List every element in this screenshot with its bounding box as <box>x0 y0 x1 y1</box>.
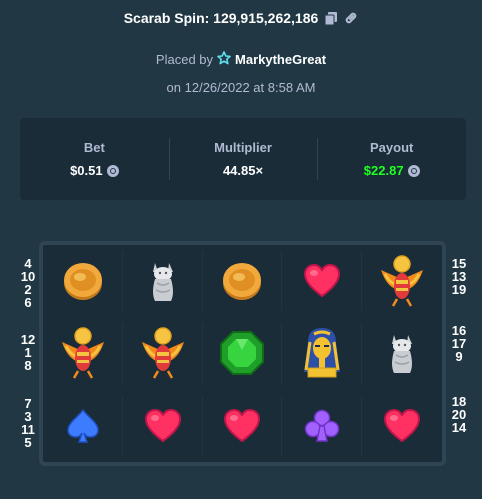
coin-icon <box>61 259 105 303</box>
paylines-right-row-2: 16 17 9 <box>448 324 470 363</box>
heart-icon <box>223 408 261 444</box>
spade-icon <box>65 408 101 444</box>
reel-cell <box>43 245 123 317</box>
gem-icon <box>219 330 265 376</box>
bet-value-row: $0.51 <box>70 163 119 178</box>
payline-number: 19 <box>451 282 467 297</box>
reel-cell <box>203 245 283 317</box>
reel-cell <box>203 317 283 389</box>
bet-stat: Bet $0.51 <box>20 118 169 200</box>
coin-icon <box>220 259 264 303</box>
heart-icon <box>383 408 421 444</box>
payout-label: Payout <box>370 140 414 155</box>
page-title: Scarab Spin: 129,915,262,186 <box>123 10 319 26</box>
placed-by-label: Placed by <box>155 52 214 67</box>
payout-value-row: $22.87 <box>364 163 420 178</box>
bet-stats-panel: Bet $0.51 Multiplier 44.85× Payout $22.8… <box>20 118 466 200</box>
vip-star-icon <box>217 51 231 68</box>
bet-date: on 12/26/2022 at 8:58 AM <box>166 80 316 95</box>
litecoin-icon <box>106 164 119 177</box>
paylines-right-row-1: 15 13 19 <box>448 257 470 296</box>
club-icon <box>304 408 340 444</box>
bet-value: $0.51 <box>70 163 103 178</box>
payout-stat: Payout $22.87 <box>317 118 466 200</box>
payline-number: 14 <box>451 420 467 435</box>
scarab-icon <box>377 254 427 308</box>
litecoin-icon <box>407 164 420 177</box>
payline-number: 8 <box>24 358 32 373</box>
cat-icon <box>143 259 183 303</box>
reel-cell <box>43 390 123 462</box>
bet-label: Bet <box>83 140 105 155</box>
multiplier-value: 44.85× <box>222 163 264 178</box>
pharaoh-icon <box>300 326 344 380</box>
placed-by-row: Placed by MarkytheGreat <box>0 51 482 68</box>
multiplier-stat: Multiplier 44.85× <box>168 118 318 200</box>
slot-reels-board <box>39 241 446 466</box>
heart-icon <box>303 263 341 299</box>
payline-number: 6 <box>24 295 32 310</box>
paylines-left-row-2: 12 1 8 <box>18 333 38 372</box>
reel-cell <box>282 317 362 389</box>
reel-cell <box>43 317 123 389</box>
bet-title-row: Scarab Spin: 129,915,262,186 <box>0 10 482 26</box>
paylines-left-row-3: 7 3 11 5 <box>18 397 38 449</box>
reel-cell <box>123 390 203 462</box>
multiplier-label: Multiplier <box>214 140 272 155</box>
reel-cell <box>362 390 442 462</box>
reel-cell <box>123 245 203 317</box>
link-icon[interactable] <box>344 11 358 25</box>
payline-number: 9 <box>455 349 463 364</box>
reel-cell <box>203 390 283 462</box>
reel-cell <box>282 390 362 462</box>
scarab-icon <box>58 326 108 380</box>
heart-icon <box>144 408 182 444</box>
reel-cell <box>123 317 203 389</box>
username-link[interactable]: MarkytheGreat <box>235 52 326 67</box>
copy-icon[interactable] <box>324 11 338 25</box>
reel-cell <box>362 245 442 317</box>
reel-cell <box>282 245 362 317</box>
paylines-right-row-3: 18 20 14 <box>448 395 470 434</box>
payline-number: 5 <box>24 435 32 450</box>
cat-icon <box>382 331 422 375</box>
scarab-icon <box>138 326 188 380</box>
payout-value: $22.87 <box>363 163 404 178</box>
reel-cell <box>362 317 442 389</box>
paylines-left-row-1: 4 10 2 6 <box>18 257 38 309</box>
